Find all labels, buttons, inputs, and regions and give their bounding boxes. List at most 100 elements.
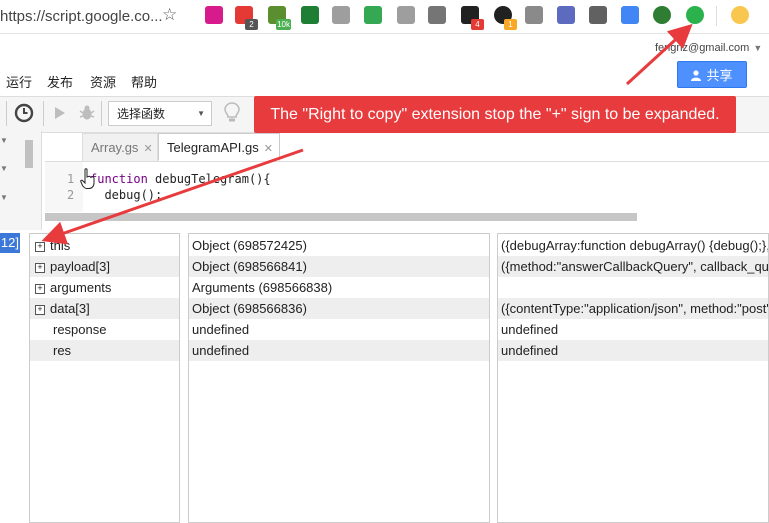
dropdown-caret-icon: ▼ bbox=[197, 109, 205, 118]
share-button-label: 共享 bbox=[706, 68, 733, 83]
line-gutter bbox=[45, 162, 83, 212]
table-row[interactable] bbox=[498, 277, 768, 298]
bookmark-star-icon[interactable]: ☆ bbox=[162, 5, 177, 25]
share-button[interactable]: 共享 bbox=[677, 61, 747, 88]
code-line: function debugTelegram(){ bbox=[90, 172, 271, 186]
line-number: 2 bbox=[67, 188, 75, 202]
variable-name: data[3] bbox=[50, 301, 90, 316]
editor-horizontal-scrollbar[interactable] bbox=[45, 213, 637, 221]
red-adblock-icon[interactable]: 2 bbox=[235, 6, 258, 30]
current-line-indicator: 12] bbox=[0, 233, 20, 253]
c-gray-icon[interactable] bbox=[589, 6, 607, 24]
pink-puzzle-icon[interactable] bbox=[205, 6, 223, 24]
table-row[interactable]: undefined bbox=[498, 319, 768, 340]
line-number: 1 bbox=[67, 172, 75, 186]
annotation-banner: The "Right to copy" extension stop the "… bbox=[254, 96, 736, 133]
collapse-caret-icon[interactable]: ▼ bbox=[0, 136, 8, 145]
code-line: debug(); bbox=[90, 188, 163, 202]
expand-plus-icon[interactable]: + bbox=[35, 284, 45, 294]
black-square-icon[interactable]: 4 bbox=[461, 6, 484, 30]
table-row[interactable]: res bbox=[30, 340, 179, 361]
table-row[interactable]: undefined bbox=[189, 340, 489, 361]
rail-scrollbar[interactable] bbox=[25, 140, 33, 168]
expand-plus-icon[interactable]: + bbox=[35, 242, 45, 252]
variable-value: undefined bbox=[501, 322, 559, 337]
google-docs-icon[interactable] bbox=[621, 6, 639, 24]
expand-plus-icon[interactable]: + bbox=[35, 305, 45, 315]
left-rail: ▼ ▼ ▼ bbox=[0, 131, 42, 230]
menu-resources[interactable]: 资源 bbox=[90, 72, 116, 91]
v-green-icon[interactable] bbox=[301, 6, 319, 24]
variable-type: Object (698566836) bbox=[192, 301, 307, 316]
variable-type: Object (698572425) bbox=[192, 238, 307, 253]
right-to-copy-icon[interactable] bbox=[686, 6, 704, 24]
table-row[interactable]: ({method:"answerCallbackQuery", callback… bbox=[498, 256, 768, 277]
code-keyword: function bbox=[90, 172, 148, 186]
camera-icon[interactable] bbox=[428, 6, 446, 24]
variable-value: ({debugArray:function debugArray() {debu… bbox=[501, 238, 769, 253]
table-row[interactable]: undefined bbox=[498, 340, 768, 361]
black-circle-icon[interactable]: 1 bbox=[494, 6, 517, 30]
cursor-icon[interactable] bbox=[332, 6, 350, 24]
variable-type: undefined bbox=[192, 322, 250, 337]
function-select-value: 选择函数 bbox=[117, 107, 166, 121]
expand-plus-icon[interactable]: + bbox=[35, 263, 45, 273]
variables-value-pane: ({debugArray:function debugArray() {debu… bbox=[497, 233, 769, 523]
tab-array-gs[interactable]: Array.gs ✕ bbox=[82, 133, 158, 161]
debug-bug-icon[interactable] bbox=[78, 104, 96, 125]
blue-mark-icon[interactable] bbox=[557, 6, 575, 24]
variable-type: undefined bbox=[192, 343, 250, 358]
table-row[interactable]: + payload[3] bbox=[30, 256, 179, 277]
tab-label: TelegramAPI.gs bbox=[167, 140, 259, 155]
table-row[interactable]: undefined bbox=[189, 319, 489, 340]
table-row[interactable]: + data[3] bbox=[30, 298, 179, 319]
table-row[interactable]: + this bbox=[30, 235, 179, 256]
variable-value: ({contentType:"application/json", method… bbox=[501, 301, 769, 316]
variable-name: payload[3] bbox=[50, 259, 110, 274]
account-email[interactable]: fengnz@gmail.com ▼ bbox=[655, 42, 762, 54]
close-icon[interactable]: ✕ bbox=[264, 143, 273, 155]
toolbar-divider bbox=[101, 101, 102, 126]
tab-label: Array.gs bbox=[91, 140, 139, 155]
function-select[interactable]: 选择函数 ▼ bbox=[108, 101, 212, 126]
drive-arrow-icon[interactable] bbox=[364, 6, 382, 24]
clock-trigger-icon[interactable] bbox=[13, 102, 35, 127]
extension-badge: 2 bbox=[245, 19, 258, 30]
menu-publish[interactable]: 发布 bbox=[47, 72, 73, 91]
menu-help[interactable]: 帮助 bbox=[131, 72, 157, 91]
address-bar[interactable]: https://script.google.co... bbox=[0, 8, 163, 25]
account-email-text: fengnz@gmail.com bbox=[655, 42, 750, 54]
table-row[interactable]: Object (698566836) bbox=[189, 298, 489, 319]
collapse-caret-icon[interactable]: ▼ bbox=[0, 164, 8, 173]
table-row[interactable]: ({contentType:"application/json", method… bbox=[498, 298, 768, 319]
variable-name: res bbox=[53, 343, 72, 358]
person-icon bbox=[691, 69, 702, 81]
chevron-down-icon: ▼ bbox=[753, 43, 763, 53]
variable-value: ({method:"answerCallbackQuery", callback… bbox=[501, 259, 769, 274]
fb-gray-icon[interactable] bbox=[397, 6, 415, 24]
table-row[interactable]: response bbox=[30, 319, 179, 340]
browser-toolbar: https://script.google.co... ☆ 2 10k 4 1 bbox=[0, 0, 769, 34]
run-play-icon[interactable] bbox=[54, 106, 66, 123]
menu-run[interactable]: 运行 bbox=[6, 72, 32, 91]
extension-badge: 1 bbox=[504, 19, 517, 30]
table-row[interactable]: Arguments (698566838) bbox=[189, 277, 489, 298]
variable-value: undefined bbox=[501, 343, 559, 358]
hand-cursor-icon bbox=[80, 168, 96, 193]
table-row[interactable]: + arguments bbox=[30, 277, 179, 298]
gear-gray-icon[interactable] bbox=[525, 6, 543, 24]
globe-icon[interactable] bbox=[653, 6, 671, 24]
green-10k-icon[interactable]: 10k bbox=[268, 6, 291, 30]
table-row[interactable]: Object (698566841) bbox=[189, 256, 489, 277]
table-row[interactable]: Object (698572425) bbox=[189, 235, 489, 256]
file-tabs: Array.gs ✕ TelegramAPI.gs ✕ bbox=[82, 133, 769, 161]
close-icon[interactable]: ✕ bbox=[143, 143, 152, 155]
profile-emoji-icon[interactable] bbox=[731, 6, 749, 24]
lightbulb-icon[interactable] bbox=[224, 102, 240, 127]
toolbar-divider bbox=[716, 6, 717, 26]
collapse-caret-icon[interactable]: ▼ bbox=[0, 193, 8, 202]
table-row[interactable]: ({debugArray:function debugArray() {debu… bbox=[498, 235, 768, 256]
tab-telegramapi-gs[interactable]: TelegramAPI.gs ✕ bbox=[158, 133, 280, 161]
variable-name: arguments bbox=[50, 280, 112, 295]
variable-name: response bbox=[53, 322, 107, 337]
